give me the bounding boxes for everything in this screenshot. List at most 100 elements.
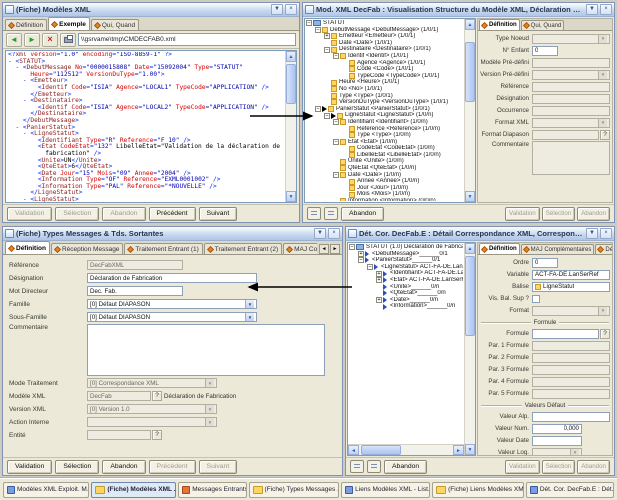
- close-icon[interactable]: ×: [600, 4, 612, 15]
- chevron-down-icon[interactable]: ▼: [271, 4, 283, 15]
- taskbar-item-liens-modeles-xml-list[interactable]: Liens Modèles XML - List...: [341, 482, 430, 498]
- collapse-minus-icon[interactable]: −: [333, 139, 339, 145]
- tree-node[interactable]: −Destinataire <Destinataire> (1/0/1): [306, 46, 463, 53]
- valeur-alp-field[interactable]: [532, 412, 610, 422]
- tab-scroll-left-button[interactable]: ◄: [319, 244, 329, 254]
- help-button[interactable]: ?: [152, 391, 162, 401]
- abandon-button[interactable]: Abandon: [384, 460, 427, 474]
- tree-node[interactable]: +<Date>______0/n: [349, 297, 463, 304]
- tree-node[interactable]: −No <No> (1/0/1): [306, 86, 463, 93]
- collapse-minus-icon[interactable]: −: [333, 53, 339, 59]
- collapse-minus-icon[interactable]: −: [324, 47, 330, 53]
- collapse-minus-icon[interactable]: −: [324, 113, 330, 119]
- tree-node[interactable]: −<Information>______0/n: [349, 303, 463, 310]
- tree-node[interactable]: −Type <Type> (1/0/1): [306, 93, 463, 100]
- tree-node[interactable]: −Identif <Identif> (1/0/1): [306, 53, 463, 60]
- tree-node[interactable]: −TypeCode <TypeCode> (1/0/1): [306, 73, 463, 80]
- view-grid-button[interactable]: [367, 460, 381, 473]
- scroll-down-icon[interactable]: ▼: [286, 191, 296, 202]
- abandon-button[interactable]: Abandon: [341, 207, 384, 221]
- vertical-scrollbar[interactable]: ▲ ▼: [464, 243, 475, 455]
- view-list-button[interactable]: [307, 207, 321, 220]
- tab-definition-balise[interactable]: Définition Balise: [595, 244, 612, 254]
- chevron-down-icon[interactable]: ▼: [586, 228, 598, 239]
- close-icon[interactable]: ×: [328, 228, 340, 239]
- tab-maj-complementaires[interactable]: MAJ Complémentaires: [521, 244, 595, 254]
- forward-button[interactable]: ►: [24, 33, 40, 47]
- sous-famille-select[interactable]: [0] Défaut DIAPASON▼: [87, 312, 257, 322]
- tab-qui-quand[interactable]: Qui, Quand: [521, 20, 565, 30]
- tab-maj-complementaire[interactable]: MAJ Complémentaire: [283, 243, 317, 254]
- tree-node[interactable]: −Heure <Heure> (1/0/1): [306, 79, 463, 86]
- tree-node[interactable]: −Agence <Agence> (1/0/1): [306, 60, 463, 67]
- view-list-button[interactable]: [350, 460, 364, 473]
- precedent-button[interactable]: Précédent: [149, 207, 196, 221]
- n-enfant-field[interactable]: 0: [532, 46, 558, 56]
- collapse-minus-icon[interactable]: −: [306, 20, 312, 26]
- dropdown-arrow-icon[interactable]: ▼: [245, 300, 254, 308]
- tree-node[interactable]: −Jour <Jour> (1/0/n): [306, 185, 463, 192]
- tree-node[interactable]: −STATUT (1.0) Déclaration de Fabrication: [349, 244, 463, 251]
- ordre-field[interactable]: 0: [532, 258, 558, 268]
- tab-scroll-right-button[interactable]: ►: [330, 244, 340, 254]
- scrollbar-track[interactable]: [465, 30, 475, 191]
- scrollbar-track[interactable]: [465, 254, 475, 444]
- tree-node[interactable]: −Information <Information> (0/0/n): [306, 198, 463, 201]
- collapse-minus-icon[interactable]: −: [333, 172, 339, 178]
- tree-node[interactable]: −<QteEtat>______0/n: [349, 290, 463, 297]
- vis-bal-sup-checkbox[interactable]: [532, 295, 540, 303]
- scroll-up-icon[interactable]: ▲: [465, 19, 475, 30]
- collapse-minus-icon[interactable]: −: [367, 264, 373, 270]
- scrollbar-thumb[interactable]: [361, 445, 401, 455]
- close-icon[interactable]: ×: [600, 228, 612, 239]
- tree-node[interactable]: −DebutMessage <DebutMessage> (1/0/1): [306, 27, 463, 34]
- taskbar-item-fiche-modeles-xml[interactable]: (Fiche) Modèles XML ...: [91, 482, 176, 498]
- taskbar-item-modeles-xml-exploit-m[interactable]: Modèles XML Exploit. M...: [3, 482, 89, 498]
- tree-node[interactable]: −QteEtat <QteEtat> (1/0/n): [306, 165, 463, 172]
- collapse-minus-icon[interactable]: −: [349, 244, 355, 250]
- commentaire-field[interactable]: [87, 324, 325, 376]
- scroll-down-icon[interactable]: ▼: [465, 444, 475, 455]
- scroll-up-icon[interactable]: ▲: [465, 243, 475, 254]
- file-path-input[interactable]: \\gsrvame\tmp\CMDECFAB0.xml: [78, 33, 296, 46]
- balise-field[interactable]: LigneStatut: [532, 282, 610, 292]
- close-icon[interactable]: ×: [285, 4, 297, 15]
- variable-field[interactable]: ACT-FA-DE.LanSerRef: [532, 270, 610, 280]
- tree-node[interactable]: −<Unite>______0/n: [349, 284, 463, 291]
- tree-node[interactable]: −Reference <Reference> (1/0/n): [306, 126, 463, 133]
- collapse-minus-icon[interactable]: −: [358, 257, 364, 263]
- vertical-scrollbar[interactable]: ▲ ▼: [285, 51, 296, 202]
- panel-titlebar[interactable]: (Fiche) Modèles XML ▼ ×: [3, 3, 299, 17]
- tab-exemple[interactable]: Exemple: [48, 17, 90, 30]
- tree-node[interactable]: −LigneStatut <LigneStatut> (1/0/n): [306, 112, 463, 119]
- scrollbar-thumb[interactable]: [465, 42, 475, 102]
- tree-node[interactable]: −Code <Code> (1/0/1): [306, 66, 463, 73]
- collapse-minus-icon[interactable]: −: [315, 27, 321, 33]
- scroll-left-icon[interactable]: ◄: [348, 445, 359, 455]
- validation-button[interactable]: Validation: [7, 460, 52, 474]
- mot-directeur-field[interactable]: Dec. Fab.: [87, 286, 183, 296]
- vertical-scrollbar[interactable]: ▲ ▼: [464, 19, 475, 202]
- famille-select[interactable]: [0] Défaut DIAPASON▼: [87, 299, 257, 309]
- taskbar-item-det-cor-decfab-e-det[interactable]: Dét. Cor. DecFab.E : Dét...: [526, 482, 614, 498]
- xml-viewer[interactable]: <?xml version="1.0" encoding="ISO-8859-1…: [5, 50, 297, 203]
- tree-node[interactable]: −STATUT: [306, 20, 463, 27]
- designation-field[interactable]: Déclaration de Fabrication: [87, 273, 257, 283]
- tab-definition[interactable]: Définition: [479, 243, 520, 254]
- expand-plus-icon[interactable]: +: [324, 33, 330, 39]
- stop-button[interactable]: ×: [42, 33, 58, 47]
- tree-node[interactable]: −Date <Date> (1/0/1): [306, 40, 463, 47]
- tree-node[interactable]: +<Identifiant> ACT-FA-DE.LanSerFabOF_C__…: [349, 270, 463, 277]
- tree-node[interactable]: −Unite <Unite> (1/0/n): [306, 158, 463, 165]
- view-grid-button[interactable]: [324, 207, 338, 220]
- tab-traitement-entrant-1[interactable]: Traitement Entrant (1): [124, 243, 202, 254]
- tab-definition[interactable]: Définition: [5, 19, 47, 30]
- tab-qui-quand[interactable]: Qui, Quand: [91, 19, 139, 30]
- expand-plus-icon[interactable]: +: [376, 277, 382, 283]
- tree-node[interactable]: −PanierStatut <PanierStatut> (1/0/1): [306, 106, 463, 113]
- horizontal-scrollbar[interactable]: ◄ ►: [348, 444, 464, 455]
- tree-node[interactable]: −<PanierStatut>______0/1: [349, 257, 463, 264]
- tree-node[interactable]: −CodeEtat <CodeEtat> (1/0/n): [306, 145, 463, 152]
- abandon-button[interactable]: Abandon: [102, 460, 145, 474]
- scrollbar-thumb[interactable]: [465, 256, 475, 336]
